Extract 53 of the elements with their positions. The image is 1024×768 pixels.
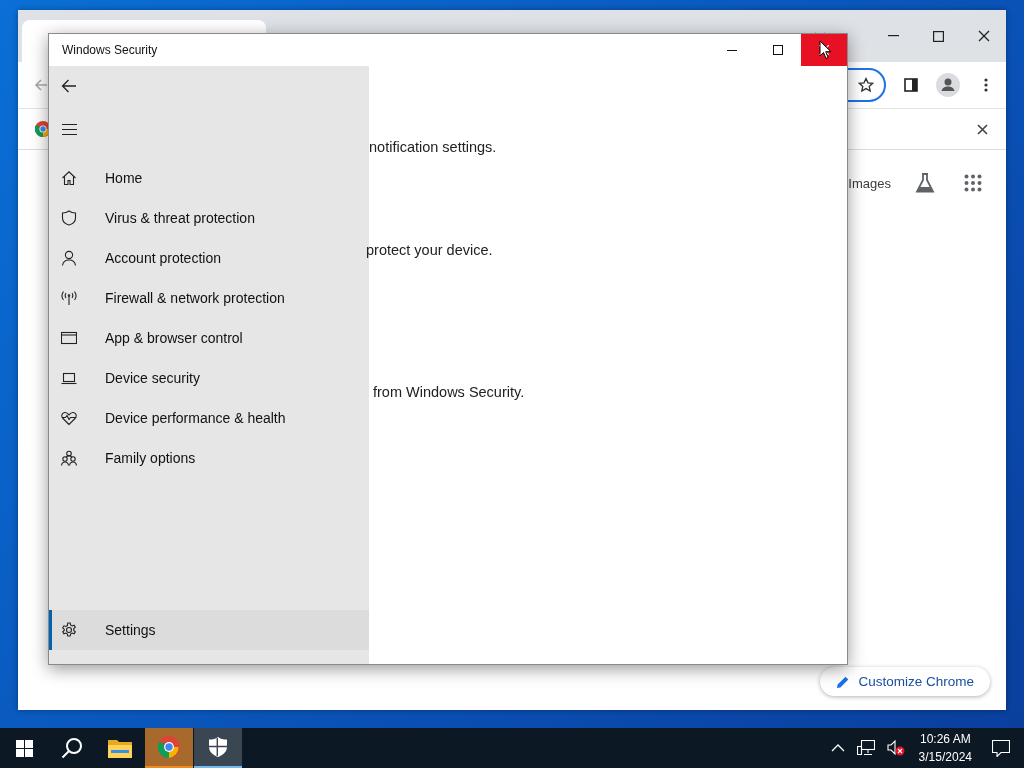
content-text: protect your device. <box>366 242 493 258</box>
chrome-logo-icon <box>158 736 180 758</box>
search-icon <box>61 737 83 759</box>
time-text: 10:26 AM <box>919 731 971 748</box>
close-icon[interactable] <box>978 30 990 42</box>
clock[interactable]: 10:26 AM 3/15/2024 <box>918 730 972 766</box>
customize-chrome-button[interactable]: Customize Chrome <box>820 667 990 696</box>
side-panel-icon[interactable] <box>904 78 918 92</box>
window-title: Windows Security <box>61 43 158 57</box>
images-link[interactable]: Images <box>848 175 891 191</box>
nav-item[interactable]: Family options <box>49 438 369 478</box>
antenna-icon <box>61 290 77 306</box>
chevron-up-icon[interactable] <box>830 744 845 752</box>
nav-item[interactable]: Virus & threat protection <box>49 198 369 238</box>
shield-icon <box>209 737 227 757</box>
maximize-icon[interactable] <box>933 30 944 42</box>
windows-logo-icon <box>15 739 33 757</box>
shield-icon <box>61 210 77 226</box>
content-text: from Windows Security. <box>373 384 525 400</box>
close-button[interactable] <box>801 34 847 66</box>
family-icon <box>61 450 77 466</box>
pencil-icon <box>836 674 851 689</box>
settings-nav-item[interactable]: Settings <box>49 610 369 650</box>
flask-icon[interactable] <box>914 172 936 194</box>
menu-icon[interactable] <box>984 78 988 92</box>
notifications-icon[interactable] <box>992 739 1010 757</box>
taskbar-security-button[interactable] <box>194 728 242 768</box>
minimize-icon[interactable] <box>888 35 899 37</box>
nav-item[interactable]: Device security <box>49 358 369 398</box>
date-text: 3/15/2024 <box>918 749 972 766</box>
profile-icon[interactable] <box>936 73 960 97</box>
heart-icon <box>61 410 77 426</box>
home-icon <box>61 170 77 186</box>
content-text: notification settings. <box>369 139 497 155</box>
maximize-icon <box>773 45 783 55</box>
star-icon[interactable] <box>858 77 874 93</box>
network-icon[interactable] <box>856 740 875 756</box>
close-icon[interactable] <box>977 123 988 135</box>
settings-icon <box>61 622 77 638</box>
nav-item[interactable]: Firewall & network protection <box>49 278 369 318</box>
nav-item[interactable]: App & browser control <box>49 318 369 358</box>
muted-speaker-icon[interactable] <box>886 740 905 756</box>
folder-icon <box>108 738 132 758</box>
apps-grid-icon[interactable] <box>964 174 982 192</box>
nav-item[interactable]: Device performance & health <box>49 398 369 438</box>
laptop-icon <box>61 370 77 386</box>
cursor-icon <box>819 40 832 60</box>
person-icon <box>61 250 77 266</box>
back-icon[interactable] <box>61 79 77 93</box>
menu-icon[interactable] <box>62 124 77 135</box>
nav-item[interactable]: Home <box>49 158 369 198</box>
window-icon <box>61 330 77 346</box>
minimize-icon <box>727 49 737 51</box>
